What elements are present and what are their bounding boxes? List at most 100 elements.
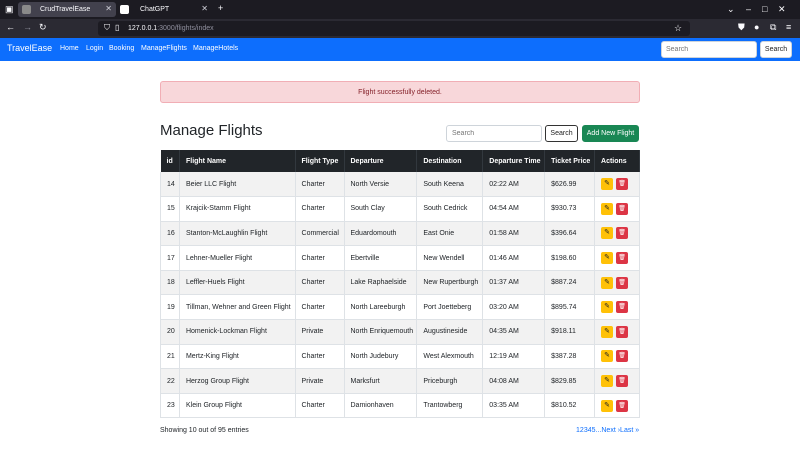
cell-departure-time: 01:37 AM: [482, 270, 546, 296]
cell-departure: Lake Raphaelside: [344, 270, 418, 296]
trash-icon[interactable]: 🗑: [616, 350, 629, 363]
cell-departure: Eduardomouth: [344, 221, 418, 247]
close-tab-icon[interactable]: ✕: [201, 4, 208, 13]
cell-destination: Port Joetteberg: [416, 294, 484, 321]
trash-icon[interactable]: 🗑: [616, 227, 629, 240]
back-icon[interactable]: ←: [6, 22, 15, 32]
brand-logo[interactable]: TravelEase: [7, 43, 52, 53]
cell-departure-time: 03:35 AM: [482, 393, 546, 419]
cell-departure: Ebertville: [344, 245, 418, 271]
nav-home[interactable]: Home: [60, 45, 79, 52]
nav-booking[interactable]: Booking: [109, 45, 134, 52]
bookmark-star-icon[interactable]: ☆: [674, 23, 682, 34]
table-row: 15 Krajcik-Stamm Flight Charter South Clay S…: [160, 196, 640, 222]
tab-overview-icon[interactable]: ▣: [5, 4, 14, 15]
tab-title: ChatGPT: [140, 6, 170, 13]
cell-actions: ✎ 🗑: [594, 393, 640, 419]
cell-ticket-price: $930.73: [544, 196, 596, 222]
cell-id: 23: [160, 393, 180, 419]
pocket-icon[interactable]: ⛊: [738, 22, 745, 33]
cell-departure: South Clay: [344, 196, 418, 222]
nav-manage-hotels[interactable]: ManageHotels: [193, 45, 238, 52]
cell-flight-type: Charter: [295, 172, 345, 198]
navbar-search-input[interactable]: [661, 41, 757, 58]
cell-flight-type: Commercial: [295, 221, 345, 247]
trash-icon[interactable]: 🗑: [616, 202, 629, 215]
column-header-departure-time[interactable]: Departure Time: [482, 150, 546, 172]
close-window-icon[interactable]: ✕: [778, 4, 786, 15]
cell-flight-type: Charter: [295, 294, 345, 321]
cell-flight-type: Charter: [295, 393, 345, 419]
extensions-icon[interactable]: ⧉: [770, 22, 776, 33]
address-bar[interactable]: ⛉ ▯ 127.0.0.1:3000/flights/index ☆: [98, 21, 690, 36]
flight-search-input[interactable]: [446, 125, 542, 142]
trash-icon[interactable]: 🗑: [616, 252, 629, 265]
cell-departure: Marksfurt: [344, 368, 418, 394]
url-host: 127.0.0.1: [128, 25, 158, 32]
nav-login[interactable]: Login: [86, 45, 103, 52]
cell-flight-name: Krajcik-Stamm Flight: [179, 196, 296, 222]
trash-icon[interactable]: 🗑: [616, 276, 629, 289]
column-header-flight-name[interactable]: Flight Name: [179, 150, 296, 172]
cell-flight-name: Leffler-Huels Flight: [179, 270, 296, 296]
close-tab-icon[interactable]: ✕: [105, 4, 112, 13]
trash-icon[interactable]: 🗑: [616, 399, 629, 412]
cell-id: 22: [160, 368, 180, 394]
cell-actions: ✎ 🗑: [594, 270, 640, 296]
table-row: 23 Klein Group Flight Charter Damionhaven Tr…: [160, 393, 640, 419]
edit-icon[interactable]: ✎: [601, 399, 614, 412]
account-icon[interactable]: ●: [754, 22, 759, 32]
column-header-ticket-price[interactable]: Ticket Price: [544, 150, 596, 172]
table-row: 19 Tillman, Wehner and Green Flight Charte…: [160, 294, 640, 321]
alert-message: Flight successfully deleted.: [358, 88, 442, 96]
edit-icon[interactable]: ✎: [601, 375, 614, 388]
edit-icon[interactable]: ✎: [601, 276, 614, 289]
cell-flight-name: Tillman, Wehner and Green Flight: [179, 294, 296, 321]
cell-departure-time: 04:54 AM: [482, 196, 546, 222]
trash-icon[interactable]: 🗑: [616, 301, 629, 314]
nav-manage-flights[interactable]: ManageFlights: [141, 45, 187, 52]
browser-tab-chatgpt[interactable]: ChatGPT ✕: [118, 2, 212, 17]
column-header-actions: Actions: [594, 150, 640, 172]
edit-icon[interactable]: ✎: [601, 325, 614, 338]
flight-search-button[interactable]: Search: [545, 125, 578, 142]
trash-icon[interactable]: 🗑: [616, 375, 629, 388]
edit-icon[interactable]: ✎: [601, 350, 614, 363]
edit-icon[interactable]: ✎: [601, 252, 614, 265]
column-header-destination[interactable]: Destination: [416, 150, 484, 172]
add-new-flight-button[interactable]: Add New Flight: [582, 125, 639, 142]
navbar-search-button[interactable]: Search: [760, 41, 792, 58]
cell-flight-name: Beier LLC Flight: [179, 172, 296, 198]
cell-ticket-price: $887.24: [544, 270, 596, 296]
column-header-flight-type[interactable]: Flight Type: [295, 150, 345, 172]
table-row: 14 Beier LLC Flight Charter North Versie Sou…: [160, 172, 640, 198]
trash-icon[interactable]: 🗑: [616, 178, 629, 191]
table-row: 20 Homenick-Lockman Flight Private North En…: [160, 319, 640, 345]
cell-destination: Priceburgh: [416, 368, 484, 394]
cell-departure-time: 12:19 AM: [482, 344, 546, 370]
cell-ticket-price: $895.74: [544, 294, 596, 321]
cell-departure: North Lareeburgh: [344, 294, 418, 321]
cell-destination: West Alexmouth: [416, 344, 484, 370]
menu-icon[interactable]: ≡: [786, 22, 791, 32]
minimize-icon[interactable]: –: [746, 4, 751, 14]
column-header-id[interactable]: id: [160, 150, 180, 172]
page-link[interactable]: Next ›: [601, 427, 620, 434]
maximize-icon[interactable]: □: [762, 4, 767, 14]
new-tab-button[interactable]: +: [218, 3, 223, 13]
reload-icon[interactable]: ↻: [39, 22, 47, 33]
browser-tab-active[interactable]: CrudTravelEase ✕: [18, 2, 116, 17]
forward-icon[interactable]: →: [23, 22, 32, 32]
cell-id: 20: [160, 319, 180, 345]
chevron-down-icon[interactable]: ⌄: [727, 4, 735, 15]
trash-icon[interactable]: 🗑: [616, 325, 629, 338]
edit-icon[interactable]: ✎: [601, 227, 614, 240]
cell-departure: North Versie: [344, 172, 418, 198]
edit-icon[interactable]: ✎: [601, 202, 614, 215]
page-link[interactable]: Last »: [620, 427, 639, 434]
column-header-departure[interactable]: Departure: [344, 150, 418, 172]
edit-icon[interactable]: ✎: [601, 178, 614, 191]
cell-departure: North Enriquemouth: [344, 319, 418, 345]
edit-icon[interactable]: ✎: [601, 301, 614, 314]
shield-icon: ⛉: [104, 23, 110, 32]
